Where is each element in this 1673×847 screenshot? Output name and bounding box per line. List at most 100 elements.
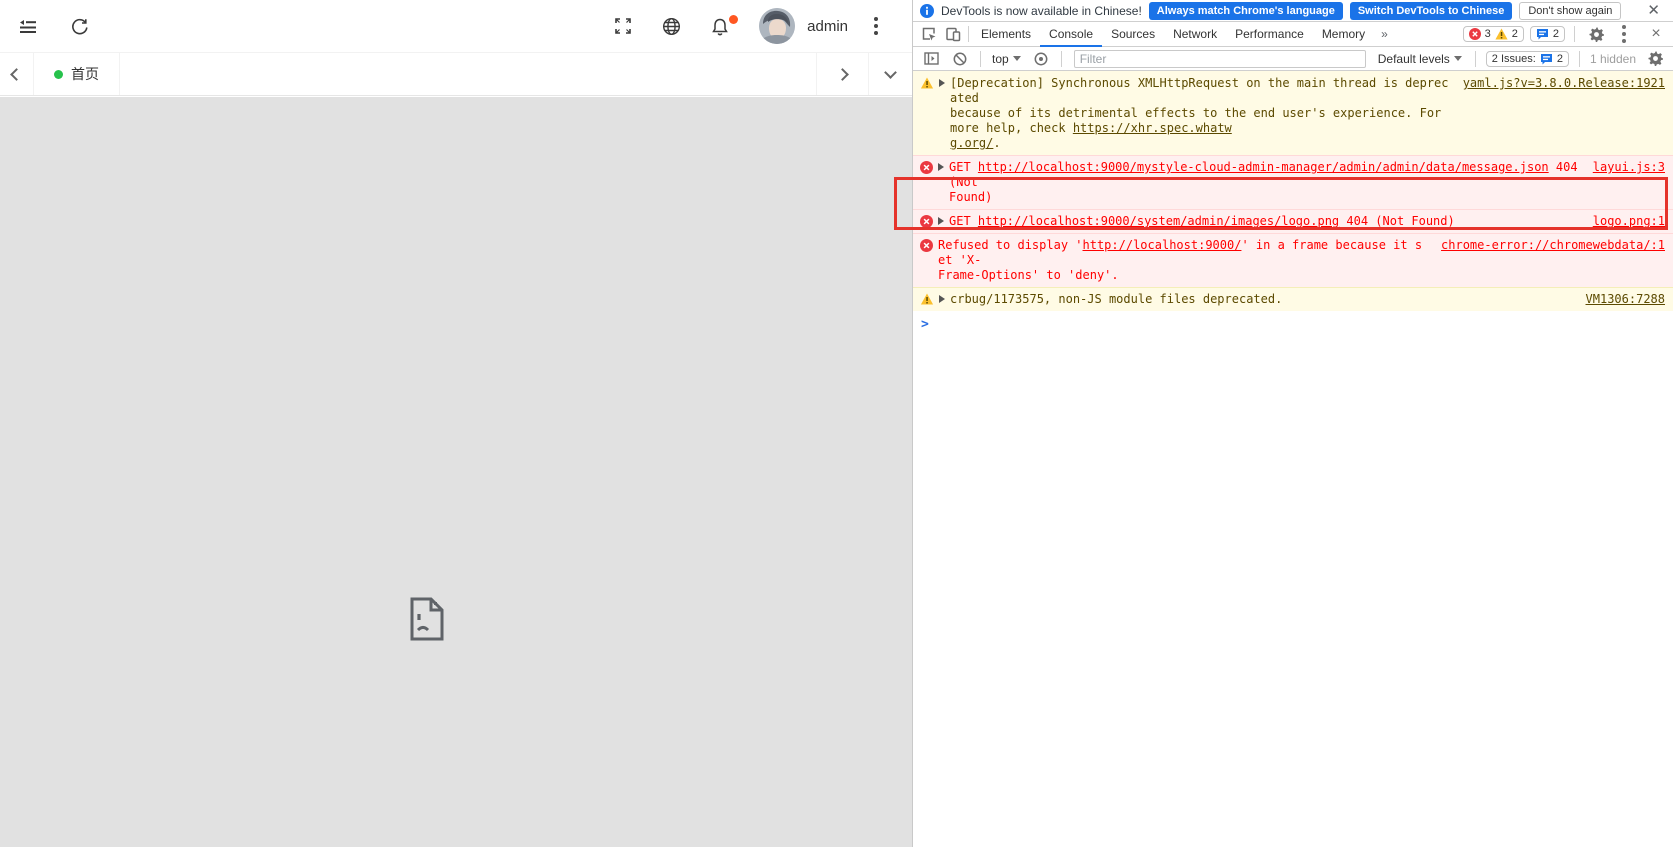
infobar-button-1[interactable]: Switch DevTools to Chinese [1350, 2, 1513, 20]
error-icon [920, 215, 933, 228]
expand-triangle-icon[interactable] [939, 79, 945, 87]
expand-triangle-icon[interactable] [938, 217, 944, 225]
expand-triangle-icon[interactable] [939, 295, 945, 303]
console-link[interactable]: http://localhost:9000/system/admin/image… [978, 214, 1339, 228]
console-message-text: [Deprecation] Synchronous XMLHttpRequest… [950, 76, 1449, 151]
page-tabbar: 首页 [0, 53, 912, 96]
info-icon [920, 4, 934, 18]
infobar-message: DevTools is now available in Chinese! [941, 4, 1142, 18]
devtools-tabs: ElementsConsoleSourcesNetworkPerformance… [972, 22, 1374, 46]
username-label: admin [807, 18, 848, 35]
live-expression-eye-icon[interactable] [1029, 48, 1053, 70]
devtools-tabbar-right: 3 2 2 [1463, 23, 1673, 45]
admin-app-panel: admin 首页 [0, 0, 912, 847]
console-message-text: GET http://localhost:9000/system/admin/i… [949, 214, 1579, 229]
header-actions: admin [614, 8, 912, 44]
console-message-row: GET http://localhost:9000/system/admin/i… [913, 209, 1673, 233]
expand-triangle-icon[interactable] [938, 163, 944, 171]
iframe-content-area [0, 97, 912, 847]
active-tab-dot [54, 70, 63, 79]
console-toolbar: top Default levels 2 Issues: [913, 47, 1673, 71]
console-link[interactable]: g.org/ [950, 136, 993, 150]
tab-home[interactable]: 首页 [34, 53, 120, 95]
device-toolbar-icon[interactable] [941, 23, 965, 45]
infobar-close-icon[interactable]: ✕ [1641, 3, 1666, 18]
prompt-chevron-icon: > [921, 317, 929, 332]
source-location-link[interactable]: chrome-error://chromewebdata/:1 [1441, 238, 1665, 253]
log-levels-selector[interactable]: Default levels [1375, 52, 1465, 66]
issues-bubble-icon [1536, 28, 1549, 40]
hidden-messages-label: 1 hidden [1590, 52, 1636, 66]
console-filter-input[interactable] [1074, 50, 1366, 68]
levels-label: Default levels [1378, 52, 1450, 66]
refresh-icon[interactable] [71, 17, 89, 35]
source-location-link[interactable]: logo.png:1 [1593, 214, 1665, 229]
devtools-tab-network[interactable]: Network [1164, 22, 1226, 47]
devtools-tab-elements[interactable]: Elements [972, 22, 1040, 47]
console-message-row: crbug/1173575, non-JS module files depre… [913, 287, 1673, 311]
devtools-menu-dots-icon[interactable] [1614, 23, 1638, 45]
console-message-text: Refused to display 'http://localhost:900… [938, 238, 1427, 283]
console-message-text: GET http://localhost:9000/mystyle-cloud-… [949, 160, 1579, 205]
warn-icon [920, 77, 934, 89]
inspect-element-icon[interactable] [917, 23, 941, 45]
console-message-text: crbug/1173575, non-JS module files depre… [950, 292, 1572, 307]
error-warning-counter[interactable]: 3 2 [1463, 26, 1524, 42]
source-location-link[interactable]: layui.js:3 [1593, 160, 1665, 175]
fullscreen-icon[interactable] [614, 17, 632, 35]
tab-scroll-left-button[interactable] [0, 53, 34, 95]
source-location-link[interactable]: VM1306:7288 [1586, 292, 1665, 307]
more-options-icon[interactable] [874, 17, 878, 35]
console-message-row: [Deprecation] Synchronous XMLHttpRequest… [913, 71, 1673, 155]
devtools-close-icon[interactable]: × [1644, 23, 1668, 45]
error-count: 3 [1485, 28, 1491, 40]
infobar-button-0[interactable]: Always match Chrome's language [1149, 2, 1343, 20]
console-message-row-highlighted: Refused to display 'http://localhost:900… [913, 233, 1673, 287]
language-globe-icon[interactable] [662, 17, 681, 36]
collapse-menu-icon[interactable] [18, 18, 38, 34]
error-count-icon [1469, 28, 1481, 40]
console-link[interactable]: https://xhr.spec.whatw [1073, 121, 1232, 135]
console-link[interactable]: http://localhost:9000/ [1083, 238, 1242, 252]
error-icon [920, 161, 933, 174]
tab-scroll-right-button[interactable] [816, 53, 868, 95]
source-location-link[interactable]: yaml.js?v=3.8.0.Release:1921 [1463, 76, 1665, 91]
clear-console-icon[interactable] [948, 48, 972, 70]
issues-counter[interactable]: 2 [1530, 26, 1565, 42]
warn-icon [920, 293, 934, 305]
console-prompt[interactable]: > [913, 311, 1673, 338]
devtools-tabbar: ElementsConsoleSourcesNetworkPerformance… [913, 22, 1673, 47]
context-label: top [992, 52, 1009, 66]
console-sidebar-toggle-icon[interactable] [919, 48, 943, 70]
chevron-down-icon [1454, 56, 1462, 61]
tab-home-label: 首页 [71, 64, 99, 84]
issues-pill[interactable]: 2 Issues: 2 [1486, 51, 1569, 67]
issues-count: 2 [1553, 28, 1559, 40]
console-toolbar-right: Default levels 2 Issues: 2 1 hidden [1375, 48, 1667, 70]
issues-label: 2 Issues: [1492, 53, 1536, 65]
devtools-tab-performance[interactable]: Performance [1226, 22, 1313, 47]
console-link[interactable]: http://localhost:9000/mystyle-cloud-admi… [978, 160, 1549, 174]
console-settings-gear-icon[interactable] [1643, 48, 1667, 70]
devtools-tab-memory[interactable]: Memory [1313, 22, 1374, 47]
chevron-down-icon [1013, 56, 1021, 61]
devtools-tab-sources[interactable]: Sources [1102, 22, 1164, 47]
issues-count: 2 [1557, 53, 1563, 65]
notification-badge-dot [729, 15, 738, 24]
screen: admin 首页 [0, 0, 1673, 847]
infobar-button-2[interactable]: Don't show again [1519, 2, 1621, 20]
settings-gear-icon[interactable] [1584, 23, 1608, 45]
console-messages: [Deprecation] Synchronous XMLHttpRequest… [913, 71, 1673, 311]
javascript-context-selector[interactable]: top [989, 52, 1024, 66]
devtools-panel: DevTools is now available in Chinese! Al… [912, 0, 1673, 847]
devtools-infobar: DevTools is now available in Chinese! Al… [913, 0, 1673, 22]
notification-bell-icon[interactable] [711, 17, 729, 36]
tab-actions-dropdown-button[interactable] [868, 53, 912, 95]
infobar-buttons: Always match Chrome's language Switch Dev… [1149, 2, 1622, 20]
devtools-tab-console[interactable]: Console [1040, 22, 1102, 47]
avatar[interactable] [759, 8, 795, 44]
console-message-row: GET http://localhost:9000/mystyle-cloud-… [913, 155, 1673, 209]
more-tabs-icon[interactable]: » [1374, 27, 1395, 41]
warning-count: 2 [1512, 28, 1518, 40]
issues-bubble-icon [1540, 53, 1553, 65]
